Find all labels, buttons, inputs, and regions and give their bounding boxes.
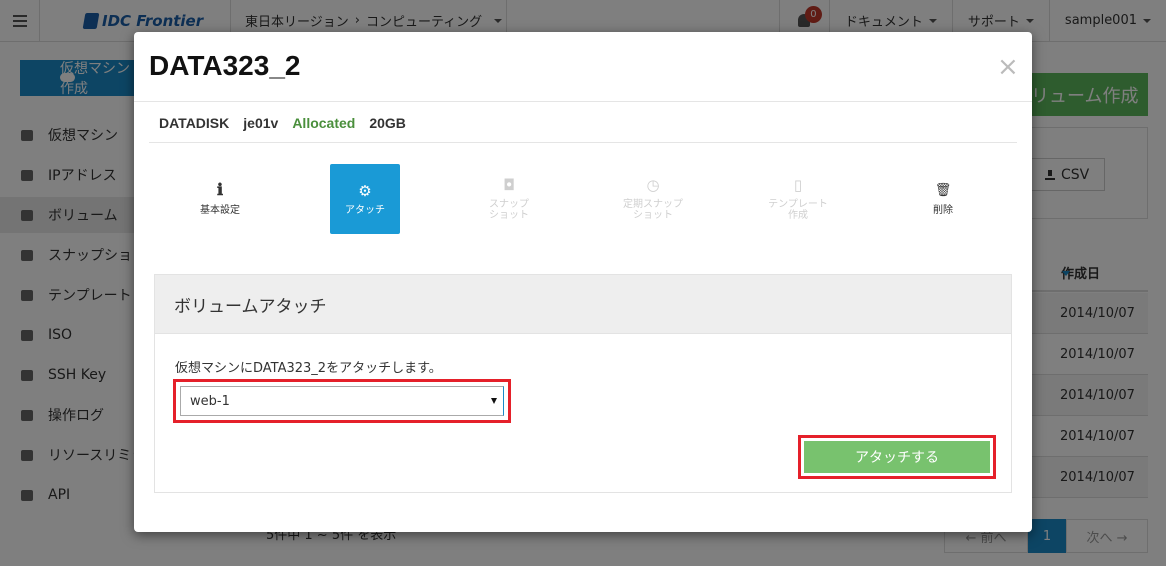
file-icon: ▯ (793, 176, 803, 194)
volume-type: DATADISK (159, 115, 230, 131)
tab-scheduled-snapshot: ◷ 定期スナップ ショット (618, 164, 688, 234)
panel-title: ボリュームアタッチ (155, 275, 1011, 334)
highlight-frame: アタッチする (798, 435, 996, 479)
divider (149, 142, 1017, 143)
chevron-down-icon (491, 398, 497, 404)
highlight-frame: web-1 (173, 379, 511, 423)
tab-label: 定期スナップ ショット (623, 199, 683, 221)
close-icon[interactable]: × (997, 54, 1019, 80)
attach-button[interactable]: アタッチする (804, 441, 990, 473)
volume-zone: je01v (243, 115, 279, 131)
vm-select[interactable]: web-1 (180, 386, 504, 416)
volume-status: Allocated (292, 115, 356, 131)
volume-meta: DATADISK je01v Allocated 20GB (159, 115, 406, 131)
volume-modal: DATA323_2 × DATADISK je01v Allocated 20G… (134, 32, 1032, 532)
tab-label: スナップ ショット (489, 199, 529, 221)
tab-label: 基本設定 (200, 204, 240, 216)
tab-label: アタッチ (345, 204, 385, 216)
info-icon: ℹ (216, 181, 224, 199)
vm-select-value: web-1 (190, 393, 230, 409)
tab-basic-settings[interactable]: ℹ 基本設定 (185, 164, 255, 234)
tab-create-template: ▯ テンプレート 作成 (763, 164, 833, 234)
tab-attach[interactable]: ⚙ アタッチ (330, 164, 400, 234)
tab-snapshot: ◘ スナップ ショット (474, 164, 544, 234)
clock-icon: ◷ (646, 176, 660, 194)
camera-icon: ◘ (503, 176, 515, 194)
tab-label: テンプレート 作成 (768, 199, 828, 221)
trash-icon: 🗑 (934, 182, 952, 198)
tab-delete[interactable]: 🗑 削除 (908, 164, 978, 234)
attach-description: 仮想マシンにDATA323_2をアタッチします。 (175, 361, 442, 376)
modal-title: DATA323_2 (149, 50, 301, 81)
gear-icon: ⚙ (358, 181, 372, 200)
volume-size: 20GB (369, 115, 406, 131)
tab-label: 削除 (933, 204, 953, 216)
modal-header: DATA323_2 × (134, 32, 1032, 102)
attach-panel: ボリュームアタッチ 仮想マシンにDATA323_2をアタッチします。 web-1… (154, 274, 1012, 493)
